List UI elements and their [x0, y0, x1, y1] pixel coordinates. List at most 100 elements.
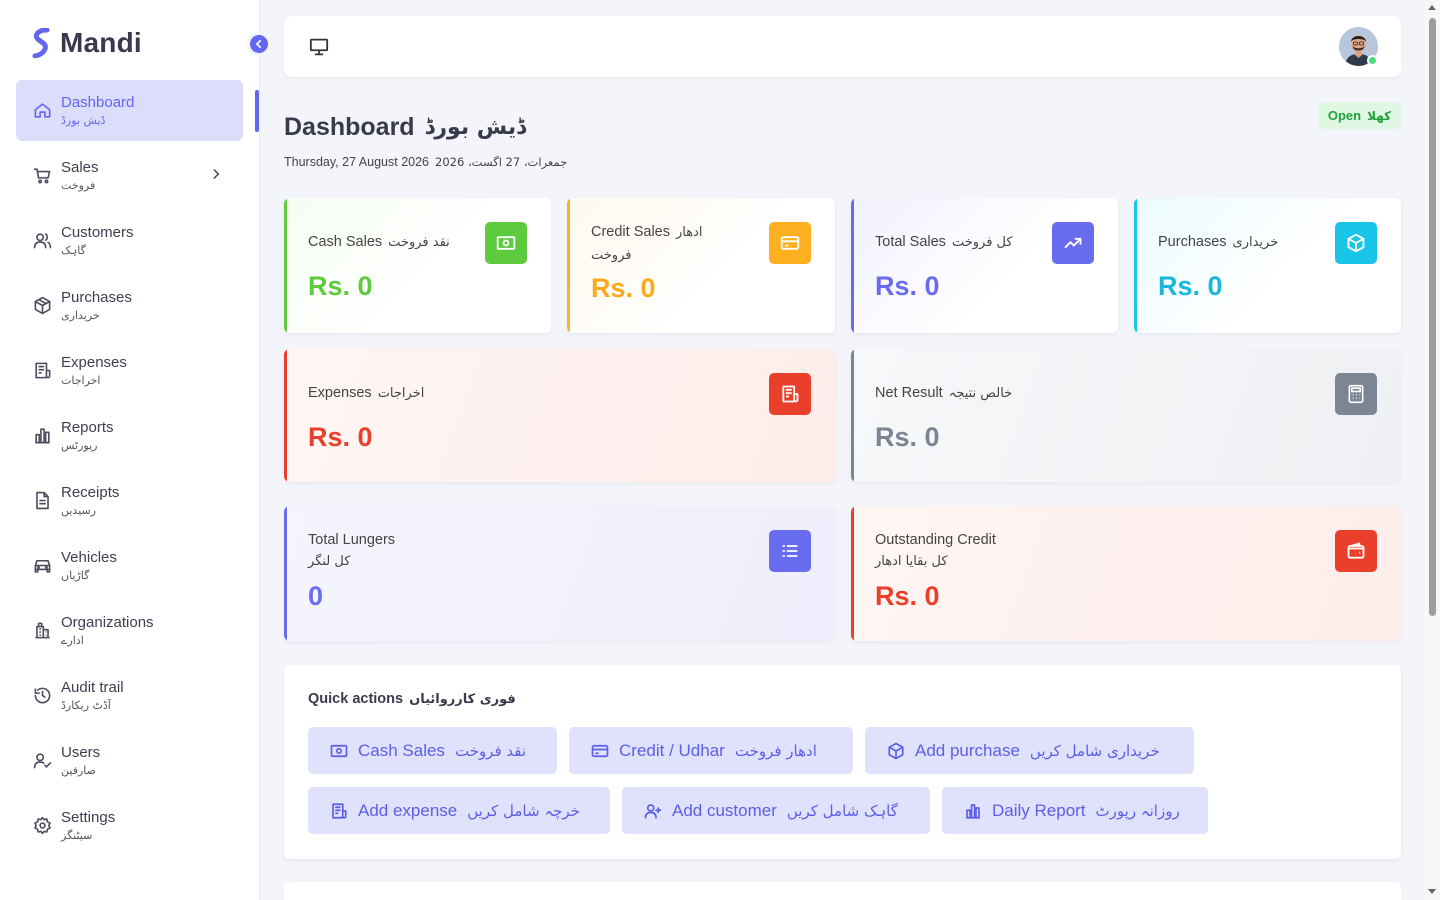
card-label-en: Outstanding Credit [875, 532, 996, 548]
page-title-en: Dashboard [284, 113, 415, 141]
brand[interactable]: Mandi [30, 27, 142, 59]
button-label-en: Add expense [358, 800, 458, 820]
stat-card-cash-sales[interactable]: Cash Sales نقد فروخت Rs. 0 [284, 198, 551, 333]
box-icon [888, 742, 904, 759]
sidebar-item-vehicles[interactable]: Vehicles گاڑیاں [16, 535, 243, 596]
cart-icon [32, 166, 52, 186]
sidebar-item-audit-trail[interactable]: Audit trail آڈٹ ریکارڈ [16, 665, 243, 726]
stat-card-expenses[interactable]: Expenses اخراجات Rs. 0 [284, 349, 835, 482]
button-label-en: Add purchase [915, 740, 1020, 760]
sidebar-item-sublabel: آڈٹ ریکارڈ [61, 698, 111, 712]
gear-icon [32, 816, 52, 836]
button-label-ur: نقد فروخت [454, 741, 527, 760]
sidebar-item-label: Sales [61, 158, 99, 176]
sidebar-item-expenses[interactable]: Expenses اخراجات [16, 340, 243, 401]
sidebar-nav: Dashboard ڈیش بورڈ Sales فروخت Customers… [16, 80, 243, 860]
button-label-ur: گاہک شامل کریں [786, 801, 898, 820]
sidebar-item-customers[interactable]: Customers گاہک [16, 210, 243, 271]
sidebar-item-label: Reports [61, 418, 114, 436]
sidebar-item-dashboard[interactable]: Dashboard ڈیش بورڈ [16, 80, 243, 141]
sidebar-item-label: Purchases [61, 288, 132, 306]
quick-action-daily-report-button[interactable]: Daily Report روزانہ رپورٹ [942, 787, 1208, 834]
sidebar-item-receipts[interactable]: Receipts رسیدیں [16, 470, 243, 531]
card-value: Rs. 0 [875, 581, 940, 611]
receipt-icon [332, 802, 347, 819]
chevron-left-icon [255, 39, 262, 49]
calculator-icon [1335, 373, 1377, 415]
quick-action-add-expense-button[interactable]: Add expense خرچہ شامل کریں [308, 787, 610, 834]
sidebar-collapse-button[interactable] [247, 32, 271, 56]
button-label-en: Cash Sales [358, 740, 445, 760]
box-icon [1335, 222, 1377, 264]
stat-card-total-sales[interactable]: Total Sales کل فروخت Rs. 0 [851, 198, 1118, 333]
sidebar-item-reports[interactable]: Reports رپورٹس [16, 405, 243, 466]
card-value: Rs. 0 [308, 271, 373, 301]
quick-actions-title-ur: فوری کارروائیاں [409, 692, 516, 707]
quick-actions-title: Quick actions فوری کارروائیاں [308, 691, 516, 707]
sidebar-item-organizations[interactable]: Organizations ادارے [16, 600, 243, 661]
wallet-icon [1335, 530, 1377, 572]
scroll-down-arrow-icon[interactable] [1428, 889, 1436, 894]
quick-action-add-customer-button[interactable]: Add customer گاہک شامل کریں [622, 787, 930, 834]
sidebar-item-label: Expenses [61, 353, 127, 371]
card-value: Rs. 0 [591, 273, 656, 303]
card-value: Rs. 0 [308, 422, 373, 452]
sidebar-item-sublabel: رپورٹس [61, 438, 98, 452]
card-label-ur: کل لنگر [308, 554, 351, 569]
card-label-ur: خالص نتیجہ [948, 386, 1013, 401]
button-label-en: Credit / Udhar [619, 740, 725, 760]
card-accent [284, 198, 287, 333]
button-label-ur: ادھار فروخت [734, 741, 817, 760]
sidebar-item-purchases[interactable]: Purchases خریداری [16, 275, 243, 336]
quick-action-credit-button[interactable]: Credit / Udhar ادھار فروخت [569, 727, 853, 774]
sidebar: Mandi Dashboard ڈیش بورڈ Sales فروخت Cus… [0, 0, 260, 900]
button-label-ur: خریداری شامل کریں [1029, 741, 1160, 760]
card-value: Rs. 0 [875, 271, 940, 301]
scroll-up-arrow-icon[interactable] [1428, 5, 1436, 10]
card-label: Credit Sales ادھار فروخت [591, 221, 741, 267]
stat-card-credit-sales[interactable]: Credit Sales ادھار فروخت Rs. 0 [567, 198, 835, 333]
card-accent [851, 198, 854, 333]
status-badge: Open کھلا [1318, 102, 1401, 129]
stat-card-total-lungers[interactable]: Total Lungers کل لنگر 0 [284, 506, 835, 641]
card-value: 0 [308, 581, 324, 611]
sidebar-item-sublabel: خریداری [61, 308, 100, 322]
trending-up-icon [1052, 222, 1094, 264]
app-name: Mandi [60, 27, 142, 58]
sidebar-item-label: Settings [61, 808, 116, 826]
quick-action-add-purchase-button[interactable]: Add purchase خریداری شامل کریں [865, 727, 1194, 774]
sidebar-item-sublabel: صارفین [61, 763, 96, 777]
quick-action-cash-sales-button[interactable]: Cash Sales نقد فروخت [308, 727, 557, 774]
sidebar-item-sales[interactable]: Sales فروخت [16, 145, 243, 206]
card-label: Purchases خریداری [1158, 231, 1278, 254]
sidebar-item-sublabel: رسیدیں [61, 503, 97, 517]
active-indicator [255, 90, 259, 132]
monitor-icon[interactable] [309, 38, 329, 56]
sidebar-item-settings[interactable]: Settings سیٹنگز [16, 795, 243, 856]
list-icon [769, 530, 811, 572]
stat-card-net-result[interactable]: Net Result خالص نتیجہ Rs. 0 [851, 349, 1401, 482]
stat-card-outstanding-credit[interactable]: Outstanding Credit کل بقایا ادھار Rs. 0 [851, 506, 1401, 641]
date-en: Thursday, 27 August 2026 [284, 155, 430, 169]
mandi-logo-icon [30, 28, 52, 58]
card-accent [284, 506, 287, 641]
sidebar-item-label: Organizations [61, 613, 154, 631]
date-ur: جمعرات، 27 اگست، 2026 [435, 155, 568, 169]
user-plus-icon [644, 803, 662, 819]
sidebar-item-sublabel: ادارے [61, 633, 84, 647]
card-label: Net Result خالص نتیجہ [875, 382, 1012, 405]
scrollbar-thumb[interactable] [1429, 18, 1436, 616]
receipt-icon [769, 373, 811, 415]
card-label-en: Purchases [1158, 234, 1227, 250]
sidebar-item-users[interactable]: Users صارفین [16, 730, 243, 791]
card-label-en: Total Lungers [308, 532, 396, 548]
card-label-en: Net Result [875, 385, 943, 401]
sidebar-item-label: Customers [61, 223, 134, 241]
page-title: Dashboard ڈیش بورڈ [284, 113, 526, 142]
card-label: Total Sales کل فروخت [875, 231, 1013, 254]
status-en: Open [1327, 108, 1362, 123]
sidebar-item-sublabel: فروخت [61, 178, 96, 192]
stat-card-purchases[interactable]: Purchases خریداری Rs. 0 [1134, 198, 1401, 333]
page-scrollbar[interactable] [1425, 0, 1440, 900]
bar-chart-icon [966, 803, 980, 819]
